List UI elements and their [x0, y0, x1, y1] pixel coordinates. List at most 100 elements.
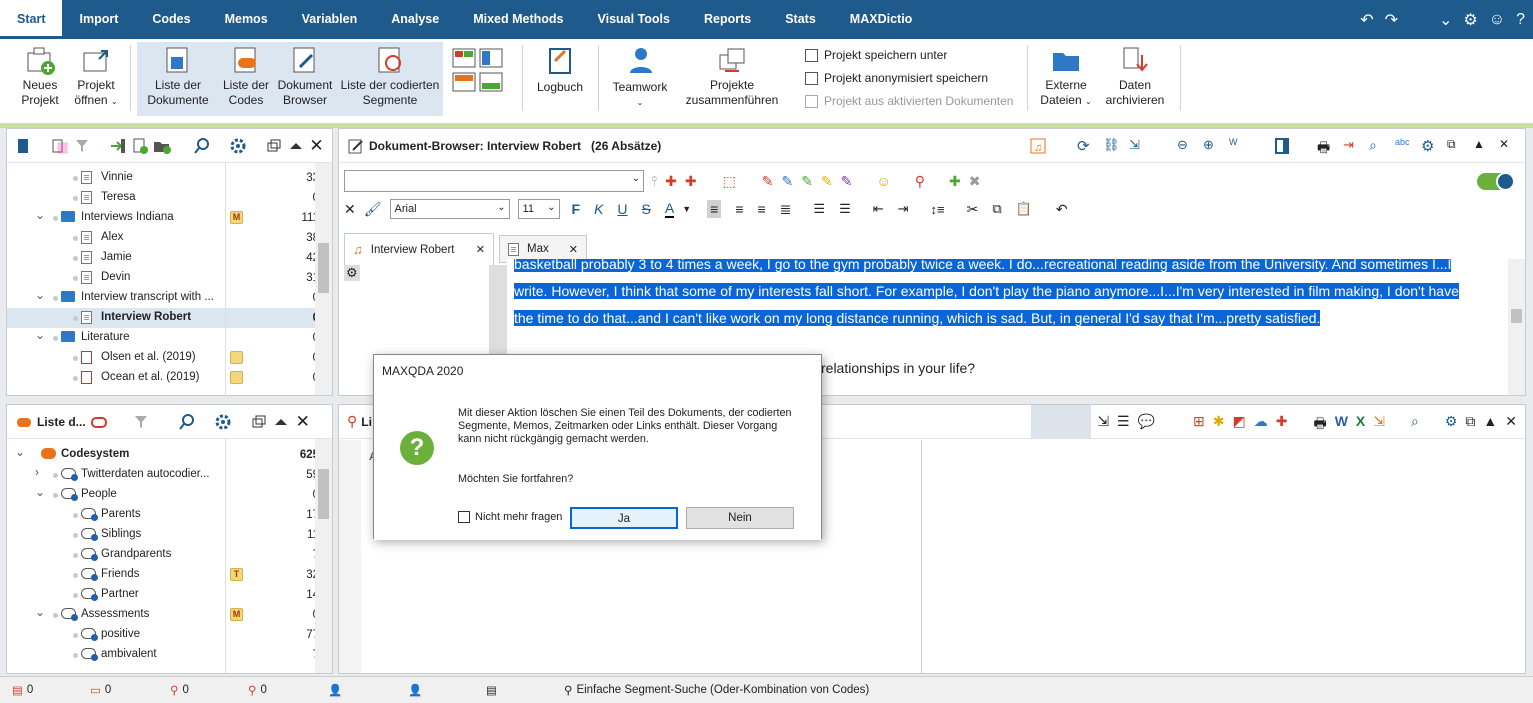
no-button[interactable]: Nein: [686, 507, 794, 529]
word-cloud-icon[interactable]: ☁: [1254, 413, 1268, 437]
tree-item[interactable]: Jamie 42: [7, 248, 327, 268]
code-pin-icon[interactable]: ⫯: [651, 173, 657, 190]
tree-item[interactable]: Interview Robert 0: [7, 308, 327, 328]
maximize-icon[interactable]: ▲: [1473, 137, 1491, 155]
status-doc-icon[interactable]: ▤: [486, 683, 497, 697]
document-scrollbar[interactable]: [1508, 259, 1525, 395]
maximize-icon[interactable]: [272, 413, 290, 431]
filter-icon[interactable]: [132, 413, 150, 431]
justify-icon[interactable]: ≣: [780, 201, 792, 218]
emoticode-icon[interactable]: ⚲: [915, 173, 925, 190]
bold-button[interactable]: F: [572, 201, 581, 217]
yes-button[interactable]: Ja: [570, 507, 678, 529]
export-icon[interactable]: ⇲: [1129, 137, 1147, 155]
side-panel-icon[interactable]: [1273, 137, 1291, 155]
memo-icon[interactable]: [230, 351, 243, 364]
maximize-icon[interactable]: [287, 137, 305, 155]
new-folder-icon[interactable]: [153, 137, 171, 155]
highlight-yellow-icon[interactable]: ✎: [821, 173, 833, 190]
undo-icon[interactable]: ↶: [1360, 10, 1373, 30]
undock-icon[interactable]: ⧉: [1465, 413, 1475, 437]
status-variables[interactable]: ⚲ 0: [248, 683, 267, 697]
tree-item[interactable]: ⌄ Assessments M 0: [7, 605, 327, 625]
close-icon[interactable]: ✕: [1505, 413, 1517, 437]
memo-icon[interactable]: M: [230, 211, 243, 224]
select-region-icon[interactable]: ⬚: [723, 173, 736, 190]
layout-grid-button[interactable]: [450, 43, 508, 97]
activate-docs-icon[interactable]: [51, 137, 69, 155]
status-codes[interactable]: ▭ 0: [90, 683, 111, 697]
status-search-mode[interactable]: ⚲ Einfache Segment-Suche (Oder-Kombinatio…: [564, 683, 869, 697]
line-spacing-icon[interactable]: ↕≡: [931, 202, 945, 217]
indent-icon[interactable]: ⇥: [898, 201, 909, 217]
tree-item[interactable]: Grandparents 7: [7, 545, 327, 565]
tree-item[interactable]: Alex 38: [7, 228, 327, 248]
tree-item[interactable]: Friends T 32: [7, 565, 327, 585]
status-segments[interactable]: ⚲ 0: [170, 683, 189, 697]
print-icon[interactable]: 🖶: [1317, 137, 1335, 155]
tab-interview-robert[interactable]: ♫ Interview Robert ✕: [344, 233, 494, 265]
code-tree-scrollbar[interactable]: [315, 439, 332, 673]
search-icon[interactable]: ⌕: [1411, 413, 1419, 437]
tab-import[interactable]: Import: [62, 0, 135, 39]
tree-item[interactable]: ⌄ Interview transcript with ... 0: [7, 288, 327, 308]
spellcheck-icon[interactable]: abc: [1395, 137, 1413, 155]
open-project-button[interactable]: Projekt öffnen ⌄: [72, 43, 120, 109]
numbered-list-icon[interactable]: ☰: [839, 201, 851, 217]
tree-item[interactable]: Partner 14: [7, 585, 327, 605]
export-doc-icon[interactable]: ⇥: [1343, 137, 1361, 155]
teamwork-button[interactable]: Teamwork ⌄: [608, 43, 672, 110]
import-icon[interactable]: [109, 137, 127, 155]
html-export-icon[interactable]: ⇲: [1373, 413, 1385, 437]
document-tree-scrollbar[interactable]: [315, 163, 332, 395]
close-icon[interactable]: ✕: [1499, 137, 1517, 155]
gear-icon[interactable]: ⚙: [1463, 10, 1477, 30]
strikethrough-button[interactable]: S: [642, 201, 651, 217]
list-view-icon[interactable]: ☰: [1117, 413, 1130, 437]
emoji-icon[interactable]: ☺: [876, 173, 890, 190]
code-select-combo[interactable]: ⌄: [344, 170, 644, 192]
link-icon[interactable]: ⛓: [1103, 137, 1121, 155]
chevron-down-icon[interactable]: ⌄: [1439, 10, 1452, 30]
print-icon[interactable]: 🖶: [1313, 413, 1326, 437]
status-user-icon[interactable]: 👤: [328, 683, 342, 697]
comment-icon[interactable]: 💬: [1138, 413, 1155, 437]
font-size-select[interactable]: 11 ⌄: [517, 199, 560, 219]
tree-item[interactable]: Vinnie 33: [7, 168, 327, 188]
highlight-blue-icon[interactable]: ✎: [782, 173, 794, 190]
zoom-in-icon[interactable]: ⊕: [1203, 137, 1221, 155]
outdent-icon[interactable]: ⇤: [873, 201, 884, 217]
undock-icon[interactable]: [265, 137, 283, 155]
tree-item[interactable]: Teresa 0: [7, 188, 327, 208]
smiley-icon[interactable]: ☺: [1489, 11, 1505, 29]
highlight-purple-icon[interactable]: ✎: [841, 173, 853, 190]
close-tab-icon[interactable]: ✕: [476, 243, 485, 256]
gear-icon[interactable]: ⚙: [1421, 137, 1439, 155]
save-anonymized-button[interactable]: Projekt anonymisiert speichern: [805, 71, 988, 85]
color-chevron-icon[interactable]: ▼: [682, 204, 691, 214]
tree-item[interactable]: Ocean et al. (2019) 0: [7, 368, 327, 388]
code-add-icon[interactable]: ✚: [1276, 413, 1288, 437]
close-icon[interactable]: ✕: [294, 412, 312, 431]
help-icon[interactable]: ?: [1516, 11, 1525, 29]
export-segments-icon[interactable]: ⇲: [1097, 413, 1109, 437]
tree-item[interactable]: Devin 31: [7, 268, 327, 288]
align-left-icon[interactable]: ≡: [707, 200, 722, 218]
tree-item[interactable]: positive 77: [7, 625, 327, 645]
tab-variablen[interactable]: Variablen: [285, 0, 375, 39]
tree-item[interactable]: ⌄ People 0: [7, 485, 327, 505]
memo-icon[interactable]: [230, 371, 243, 384]
filter-icon[interactable]: [73, 137, 91, 155]
tree-item[interactable]: ambivalent 7: [7, 645, 327, 665]
tree-item[interactable]: ⌄ Literature 0: [7, 328, 327, 348]
font-color-button[interactable]: A: [664, 200, 675, 218]
expand-chevron-icon[interactable]: ⌄: [35, 485, 45, 499]
logbook-button[interactable]: Logbuch: [532, 43, 588, 95]
tree-item[interactable]: ⌄ Codesystem 625: [7, 445, 327, 465]
gear-icon[interactable]: ⚙: [344, 265, 360, 281]
highlight-red-icon[interactable]: ✎: [762, 173, 774, 190]
expand-chevron-icon[interactable]: ⌄: [35, 288, 45, 302]
tab-visual-tools[interactable]: Visual Tools: [581, 0, 687, 39]
tab-mixed-methods[interactable]: Mixed Methods: [456, 0, 580, 39]
close-edit-icon[interactable]: ✕: [344, 201, 356, 218]
